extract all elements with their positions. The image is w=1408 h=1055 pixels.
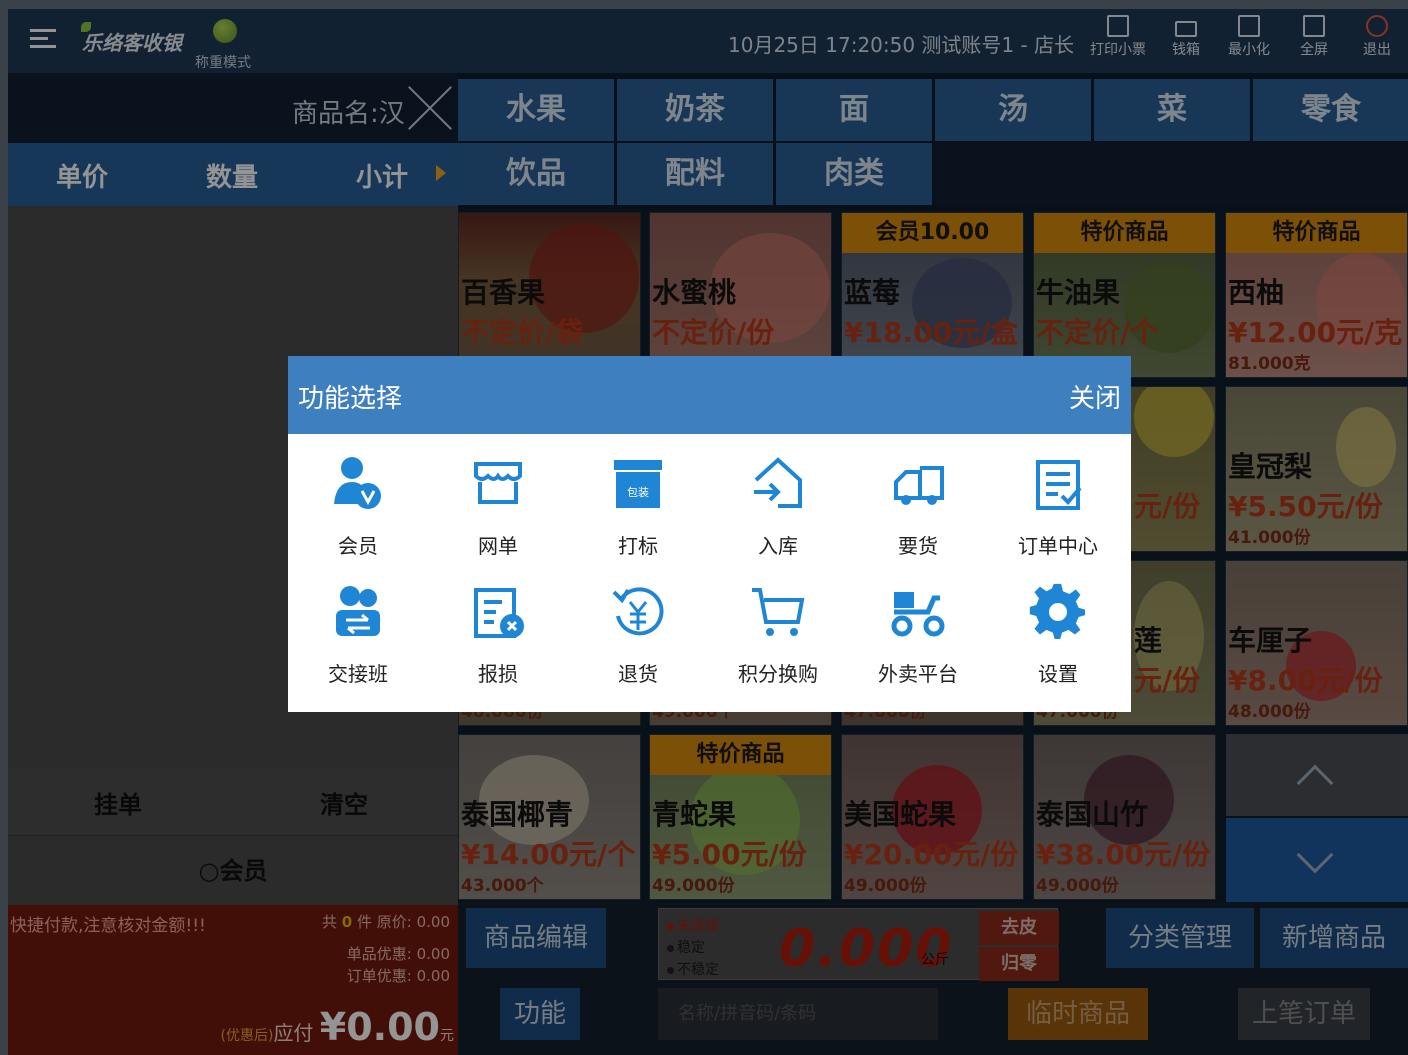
stock-in-icon: [754, 457, 802, 508]
svg-text:包装: 包装: [627, 486, 649, 499]
delivery-platform-icon: [891, 592, 945, 637]
loss-report-function-button[interactable]: 报损: [428, 582, 568, 687]
return-goods-function-button[interactable]: 退货: [568, 582, 708, 687]
request-goods-function-button[interactable]: 要货: [848, 454, 988, 559]
order-center-function-button[interactable]: 订单中心: [988, 454, 1128, 559]
close-button[interactable]: 关闭: [1069, 378, 1121, 415]
stock-in-function-button[interactable]: 入库: [708, 454, 848, 559]
points-exchange-icon: [752, 588, 805, 636]
order-center-icon: [1036, 460, 1082, 510]
loss-report-icon: [474, 588, 524, 638]
member-icon: [334, 457, 381, 509]
label-print-function-button[interactable]: 包装 打标: [568, 454, 708, 559]
member-function-button[interactable]: 会员: [288, 454, 428, 559]
return-goods-icon: [612, 587, 664, 636]
dialog-title: 功能选择: [298, 384, 403, 414]
settings-function-button[interactable]: 设置: [988, 582, 1128, 687]
gear-icon: [1029, 583, 1086, 640]
request-goods-icon: [894, 466, 944, 505]
pos-app: 乐络客收银 称重模式 10月25日 17:20:50 测试账号1 - 店长 打印…: [8, 9, 1408, 1055]
shift-handover-icon: [336, 586, 380, 636]
shift-handover-function-button[interactable]: 交接班: [288, 582, 428, 687]
delivery-platform-function-button[interactable]: 外卖平台: [848, 582, 988, 687]
function-select-dialog: 功能选择 关闭 会员 网单 包装 打标 入库 要货 订单中心 交接班 报损 退货…: [288, 356, 1131, 712]
points-exchange-function-button[interactable]: 积分换购: [708, 582, 848, 687]
label-print-icon: 包装: [614, 460, 662, 508]
online-order-icon: [474, 462, 522, 504]
dialog-header: 功能选择 关闭: [288, 356, 1131, 434]
online-order-function-button[interactable]: 网单: [428, 454, 568, 559]
